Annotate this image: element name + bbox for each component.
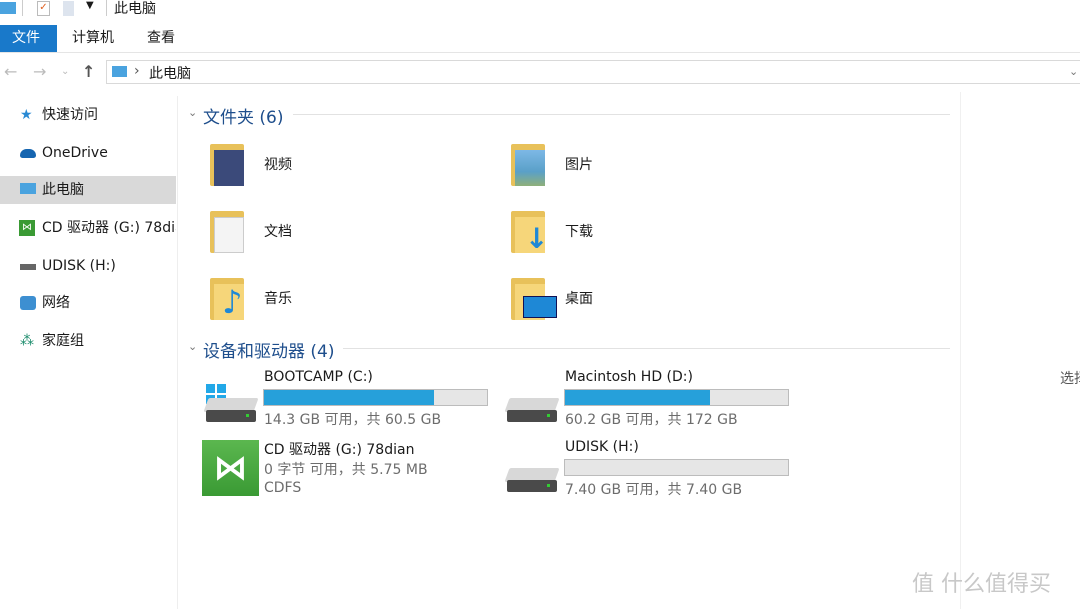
sidebar-item-label: 快速访问	[42, 107, 98, 123]
collapse-drives-chevron-icon[interactable]: ⌄	[188, 340, 197, 353]
drive-name: BOOTCAMP (C:)	[264, 369, 373, 385]
drive-c[interactable]: BOOTCAMP (C:) 14.3 GB 可用，共 60.5 GB	[200, 368, 490, 428]
hard-drive-icon	[504, 398, 560, 422]
usb-drive-icon	[504, 468, 560, 492]
drive-g[interactable]: ⋈ CD 驱动器 (G:) 78dian 0 字节 可用，共 5.75 MB C…	[200, 438, 490, 498]
usb-drive-icon	[20, 264, 36, 270]
breadcrumb-separator: ›	[134, 63, 140, 79]
videos-folder-icon	[210, 140, 244, 186]
star-icon: ★	[20, 107, 33, 123]
drive-name: UDISK (H:)	[565, 439, 639, 455]
forward-arrow-icon[interactable]: →	[33, 62, 46, 81]
preview-pane-divider[interactable]	[960, 92, 961, 609]
cd-drive-icon: ⋈	[202, 440, 259, 496]
drives-group-header[interactable]: 设备和驱动器 (4)	[203, 337, 334, 362]
sidebar-item-udisk[interactable]: UDISK (H:)	[0, 252, 176, 280]
ribbon-tabs: 文件 计算机 查看	[0, 25, 1080, 53]
drive-space-text: 14.3 GB 可用，共 60.5 GB	[264, 412, 442, 428]
folder-label: 视频	[264, 157, 292, 173]
title-bar: ✓ ▼ 此电脑	[0, 0, 1080, 20]
preview-pane-message: 选择	[1060, 371, 1080, 387]
breadcrumb-this-pc[interactable]: 此电脑	[149, 63, 191, 83]
folder-documents[interactable]: 文档	[210, 207, 490, 257]
tab-computer[interactable]: 计算机	[60, 25, 126, 52]
computer-icon	[20, 183, 36, 194]
homegroup-icon: ⁂	[20, 333, 34, 349]
window-title: 此电脑	[114, 1, 156, 17]
folder-label: 桌面	[565, 291, 593, 307]
properties-icon[interactable]: ✓	[37, 1, 50, 16]
up-arrow-icon[interactable]: ↑	[82, 62, 95, 81]
folder-pictures[interactable]: 图片	[511, 140, 791, 190]
drive-name: CD 驱动器 (G:) 78dian	[264, 442, 415, 458]
documents-folder-icon	[210, 207, 244, 253]
folder-label: 文档	[264, 224, 292, 240]
downloads-folder-icon: ↓	[511, 207, 548, 253]
drive-name: Macintosh HD (D:)	[565, 369, 693, 385]
folder-label: 下载	[565, 224, 593, 240]
navigation-pane: ★ 快速访问 OneDrive 此电脑 ⋈ CD 驱动器 (G:) 78dian U…	[0, 96, 178, 609]
divider	[106, 0, 107, 16]
collapse-folders-chevron-icon[interactable]: ⌄	[188, 106, 197, 119]
cd-drive-icon: ⋈	[19, 220, 35, 236]
sidebar-item-label: CD 驱动器 (G:) 78dian	[42, 220, 176, 236]
drive-h[interactable]: UDISK (H:) 7.40 GB 可用，共 7.40 GB	[501, 438, 791, 498]
folders-group-header[interactable]: 文件夹 (6)	[203, 103, 283, 128]
address-bar[interactable]: › 此电脑 ⌄	[106, 60, 1080, 84]
folder-label: 图片	[565, 157, 593, 173]
computer-icon	[0, 2, 16, 14]
sidebar-item-network[interactable]: 网络	[0, 289, 176, 317]
drive-space-text: 60.2 GB 可用，共 172 GB	[565, 412, 738, 428]
folder-downloads[interactable]: ↓ 下载	[511, 207, 791, 257]
drive-usage-fill	[264, 390, 435, 405]
navigation-bar: ← → ⌄ ↑ › 此电脑 ⌄	[0, 58, 1080, 86]
sidebar-item-cd-drive[interactable]: ⋈ CD 驱动器 (G:) 78dian	[0, 214, 176, 242]
address-dropdown-icon[interactable]: ⌄	[1069, 65, 1078, 78]
tab-view[interactable]: 查看	[135, 25, 187, 52]
divider	[293, 114, 950, 115]
pictures-folder-icon	[511, 140, 545, 186]
divider	[22, 0, 23, 16]
drive-space-text: 7.40 GB 可用，共 7.40 GB	[565, 482, 743, 498]
drive-filesystem: CDFS	[264, 480, 302, 496]
folder-label: 音乐	[264, 291, 292, 307]
network-icon	[20, 296, 36, 310]
desktop-folder-icon	[511, 274, 557, 320]
sidebar-item-label: 家庭组	[42, 333, 84, 349]
computer-icon	[112, 66, 127, 77]
drive-space-text: 0 字节 可用，共 5.75 MB	[264, 462, 428, 478]
divider	[343, 348, 950, 349]
sidebar-item-label: 此电脑	[42, 182, 84, 198]
watermark-logo: 值 什么值得买	[912, 572, 1051, 597]
new-folder-icon[interactable]	[63, 1, 74, 16]
music-folder-icon: ♪	[210, 274, 244, 320]
recent-locations-chevron-icon[interactable]: ⌄	[61, 66, 69, 77]
sidebar-item-quick-access[interactable]: ★ 快速访问	[0, 101, 176, 129]
folder-videos[interactable]: 视频	[210, 140, 490, 190]
folder-music[interactable]: ♪ 音乐	[210, 274, 490, 324]
sidebar-item-homegroup[interactable]: ⁂ 家庭组	[0, 327, 176, 355]
tab-file[interactable]: 文件	[0, 25, 57, 52]
customize-dropdown-icon[interactable]: ▼	[86, 0, 94, 11]
drive-usage-bar	[263, 389, 488, 406]
back-arrow-icon[interactable]: ←	[4, 62, 17, 81]
folder-desktop[interactable]: 桌面	[511, 274, 791, 324]
hard-drive-icon	[203, 398, 259, 422]
sidebar-item-label: 网络	[42, 295, 70, 311]
drive-usage-bar	[564, 459, 789, 476]
drive-usage-bar	[564, 389, 789, 406]
cloud-icon	[20, 149, 36, 158]
drive-usage-fill	[565, 390, 710, 405]
sidebar-item-label: UDISK (H:)	[42, 258, 116, 274]
sidebar-item-this-pc[interactable]: 此电脑	[0, 176, 176, 204]
sidebar-item-onedrive[interactable]: OneDrive	[0, 139, 176, 167]
sidebar-item-label: OneDrive	[42, 145, 108, 161]
drive-d[interactable]: Macintosh HD (D:) 60.2 GB 可用，共 172 GB	[501, 368, 791, 428]
